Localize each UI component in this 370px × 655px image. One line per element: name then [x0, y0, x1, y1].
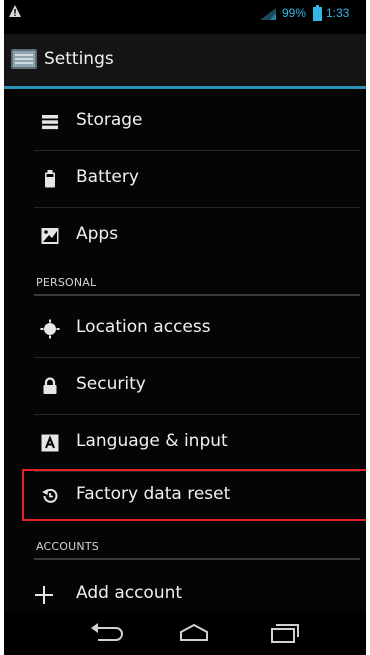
action-bar-divider: [4, 86, 366, 89]
settings-item-location-access[interactable]: Location access: [4, 301, 366, 357]
highlight-box: [22, 469, 366, 521]
lock-icon: [43, 377, 57, 394]
warning-icon: [9, 5, 21, 17]
navigation-bar: [4, 612, 366, 655]
status-bar: 99% 1:33: [4, 0, 366, 34]
settings-item-label: Security: [76, 374, 146, 394]
storage-icon: [42, 115, 58, 130]
settings-item-label: Storage: [76, 110, 143, 130]
section-header-personal: PERSONAL: [36, 276, 97, 289]
settings-item-label: Battery: [76, 167, 139, 187]
language-icon: [41, 434, 59, 452]
section-divider: [34, 294, 360, 296]
battery-status-icon: [313, 5, 322, 21]
page-title: Settings: [44, 49, 114, 69]
apps-icon: [41, 228, 59, 244]
location-icon: [40, 319, 60, 339]
settings-item-label: Language & input: [76, 431, 228, 451]
settings-item-battery[interactable]: Battery: [4, 151, 366, 207]
settings-item-security[interactable]: Security: [4, 358, 366, 414]
signal-icon: [260, 8, 276, 20]
settings-item-label: Location access: [76, 317, 211, 337]
recent-apps-icon[interactable]: [262, 620, 302, 646]
clock: 1:33: [326, 6, 350, 20]
settings-item-label: Apps: [76, 224, 119, 244]
settings-item-storage[interactable]: Storage: [4, 94, 366, 150]
home-icon[interactable]: [174, 620, 214, 646]
settings-item-label: Add account: [76, 583, 183, 603]
settings-item-apps[interactable]: Apps: [4, 208, 366, 264]
battery-percent: 99%: [282, 6, 307, 20]
plus-icon: [35, 586, 53, 604]
settings-item-language-input[interactable]: Language & input: [4, 415, 366, 471]
battery-icon: [45, 170, 55, 188]
back-icon[interactable]: [88, 620, 128, 646]
settings-app-icon[interactable]: [10, 47, 38, 71]
action-bar: Settings: [4, 34, 366, 86]
phone-screen: 99% 1:33 Settings Storage Battery Apps P…: [4, 0, 366, 655]
section-divider: [34, 558, 360, 560]
section-header-accounts: ACCOUNTS: [36, 540, 99, 553]
